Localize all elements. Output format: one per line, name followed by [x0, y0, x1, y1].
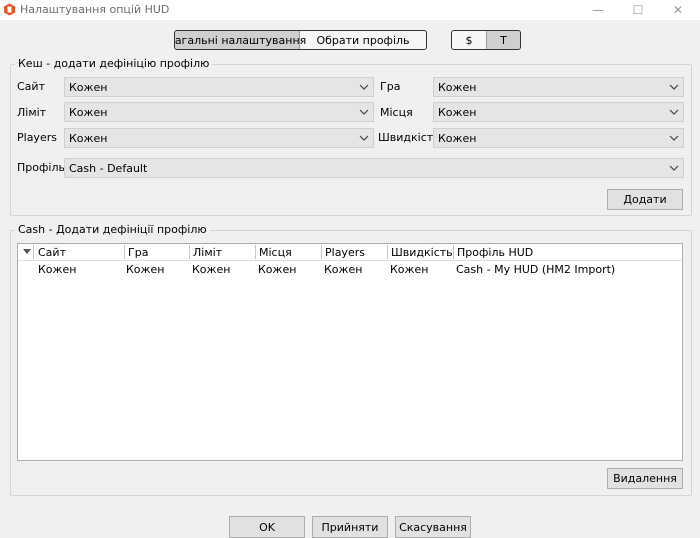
column-header-site[interactable]: Сайт [38, 246, 66, 259]
ok-button[interactable]: OK [229, 516, 305, 538]
table-row[interactable]: Кожен Кожен Кожен Кожен Кожен Кожен Cash… [18, 262, 682, 278]
cell-site: Кожен [38, 263, 77, 276]
profile-value: Cash - Default [69, 161, 148, 175]
sort-arrow-icon[interactable] [23, 249, 31, 255]
cell-seats: Кожен [258, 263, 297, 276]
site-value: Кожен [69, 80, 108, 94]
chevron-down-icon [359, 109, 369, 115]
title-bar: Налаштування опцій HUD — ☐ ✕ [0, 0, 700, 20]
close-button[interactable]: ✕ [656, 0, 700, 20]
table-header: Сайт Гра Ліміт Місця Players Швидкість П… [18, 244, 682, 261]
column-header-limit[interactable]: Ліміт [193, 246, 222, 259]
game-dropdown[interactable]: Кожен [433, 77, 684, 97]
window-title: Налаштування опцій HUD [20, 3, 170, 16]
add-button[interactable]: Додати [607, 189, 683, 210]
cell-speed: Кожен [390, 263, 429, 276]
hm-logo-icon [4, 3, 15, 16]
players-dropdown[interactable]: Кожен [64, 128, 374, 148]
site-label: Сайт [17, 80, 45, 93]
cancel-button[interactable]: Скасування [395, 516, 471, 538]
game-value: Кожен [438, 80, 477, 94]
cell-game: Кожен [126, 263, 165, 276]
settings-tabs: Загальні налаштування Обрати профіль [174, 30, 427, 50]
speed-label: Швидкість [378, 131, 440, 144]
seats-value: Кожен [438, 105, 477, 119]
players-value: Кожен [69, 131, 108, 145]
tab-general-settings[interactable]: Загальні налаштування [175, 31, 306, 49]
tab-choose-profile[interactable]: Обрати профіль [300, 31, 426, 49]
maximize-button[interactable]: ☐ [616, 0, 660, 20]
tab-tournament[interactable]: T [486, 31, 520, 49]
speed-value: Кожен [438, 131, 477, 145]
players-label: Players [17, 131, 57, 144]
seats-dropdown[interactable]: Кожен [433, 102, 684, 122]
cash-group-title: Cash - Додати дефініції профілю [15, 223, 210, 236]
column-header-speed[interactable]: Швидкість [391, 246, 453, 259]
limit-label: Ліміт [17, 106, 47, 119]
cell-hud-profile: Cash - My HUD (HM2 Import) [456, 263, 616, 276]
limit-dropdown[interactable]: Кожен [64, 102, 374, 122]
profile-label: Профіль [17, 161, 65, 174]
apply-button[interactable]: Прийняти [312, 516, 388, 538]
chevron-down-icon [669, 135, 679, 141]
delete-button[interactable]: Видалення [607, 468, 683, 489]
cache-group-title: Кеш - додати дефініцію профілю [15, 57, 213, 70]
chevron-down-icon [359, 135, 369, 141]
tab-cash[interactable]: $ [452, 31, 486, 49]
limit-value: Кожен [69, 105, 108, 119]
profile-definitions-table: Сайт Гра Ліміт Місця Players Швидкість П… [17, 243, 683, 461]
minimize-button[interactable]: — [576, 0, 620, 20]
speed-dropdown[interactable]: Кожен [433, 128, 684, 148]
cell-limit: Кожен [192, 263, 231, 276]
chevron-down-icon [359, 84, 369, 90]
column-header-seats[interactable]: Місця [259, 246, 292, 259]
chevron-down-icon [669, 165, 679, 171]
profile-dropdown[interactable]: Cash - Default [64, 158, 684, 178]
seats-label: Місця [380, 106, 413, 119]
column-header-hud-profile[interactable]: Профіль HUD [457, 246, 533, 259]
chevron-down-icon [669, 84, 679, 90]
game-type-tabs: $ T [451, 30, 521, 50]
chevron-down-icon [669, 109, 679, 115]
column-header-game[interactable]: Гра [128, 246, 148, 259]
site-dropdown[interactable]: Кожен [64, 77, 374, 97]
column-header-players[interactable]: Players [325, 246, 365, 259]
cell-players: Кожен [324, 263, 363, 276]
game-label: Гра [380, 80, 401, 93]
